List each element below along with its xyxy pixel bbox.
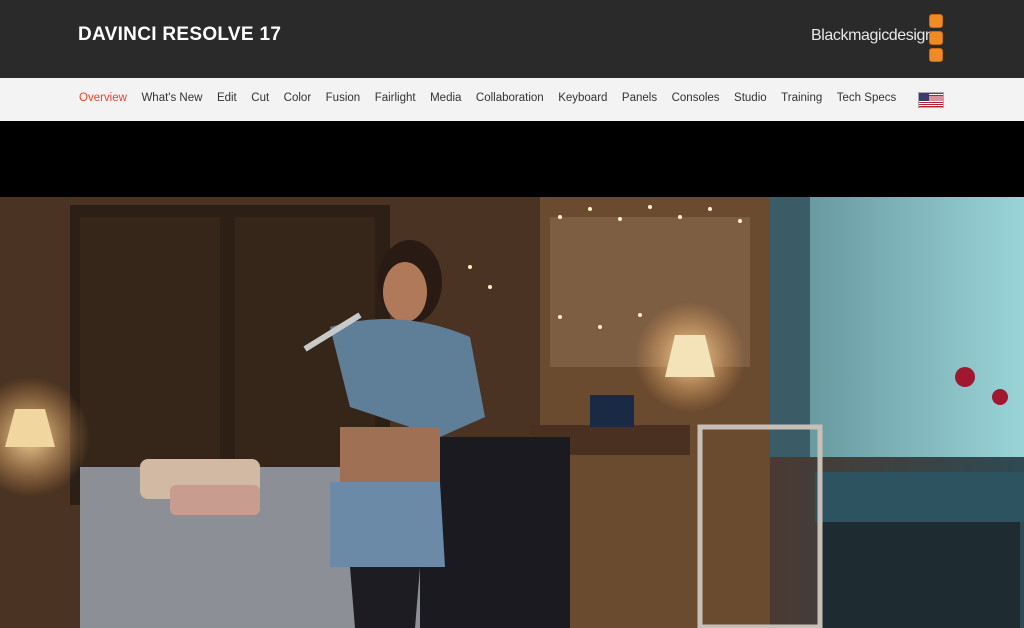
blackmagic-logo[interactable]: Blackmagicdesign	[811, 14, 951, 62]
product-nav: Overview What's New Edit Cut Color Fusio…	[0, 78, 1024, 122]
nav-whats-new[interactable]: What's New	[141, 92, 202, 104]
nav-panels[interactable]: Panels	[622, 92, 657, 104]
nav-media[interactable]: Media	[430, 92, 461, 104]
nav-cut[interactable]: Cut	[251, 92, 269, 104]
nav-collaboration[interactable]: Collaboration	[476, 92, 544, 104]
nav-studio[interactable]: Studio	[734, 92, 767, 104]
product-title[interactable]: DAVINCI RESOLVE 17	[78, 24, 281, 46]
site-header: DAVINCI RESOLVE 17 Blackmagicdesign	[0, 0, 1024, 78]
video-letterbox	[0, 121, 1024, 197]
nav-fusion[interactable]: Fusion	[326, 92, 361, 104]
nav-tech-specs[interactable]: Tech Specs	[837, 92, 896, 104]
hero-illustration	[0, 197, 1024, 628]
nav-consoles[interactable]: Consoles	[672, 92, 720, 104]
hero-image	[0, 197, 1024, 628]
nav-training[interactable]: Training	[781, 92, 822, 104]
logo-squares-icon	[929, 14, 943, 62]
us-flag-icon[interactable]	[918, 92, 944, 108]
nav-fairlight[interactable]: Fairlight	[375, 92, 416, 104]
nav-edit[interactable]: Edit	[217, 92, 237, 104]
nav-overview[interactable]: Overview	[79, 92, 127, 104]
logo-text: Blackmagicdesign	[811, 27, 934, 44]
nav-keyboard[interactable]: Keyboard	[558, 92, 607, 104]
nav-color[interactable]: Color	[284, 92, 311, 104]
